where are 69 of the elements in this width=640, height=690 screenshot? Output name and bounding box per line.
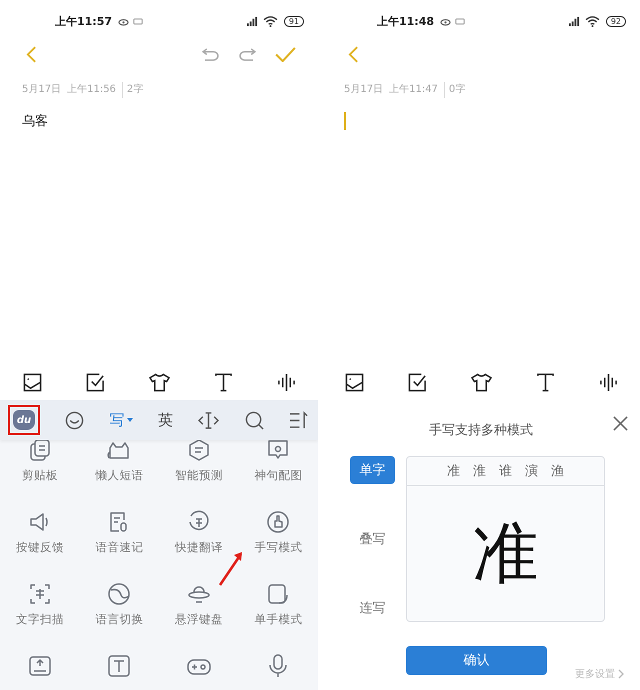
feature-label[interactable]: 神句配图 [254,468,302,483]
handwritten-character: 准 [472,520,538,586]
globe-icon[interactable] [107,582,132,606]
candidate-character[interactable]: 谁 [499,462,512,480]
mode-tab[interactable]: 叠写 [350,525,395,553]
textbox-icon[interactable] [107,654,132,678]
note-date: 5月17日 [22,83,62,97]
feature-label[interactable]: 文字扫描 [16,612,64,627]
status-time: 上午11:57 [55,14,112,28]
caret-icon[interactable] [126,418,133,422]
confirm-button[interactable]: 确认 [406,646,547,674]
close-icon[interactable] [613,416,628,431]
candidate-character[interactable]: 淮 [473,462,486,480]
hexagon-icon[interactable] [186,438,211,462]
emoji-icon[interactable] [65,410,84,430]
battery-level: 92 [606,16,626,26]
chevron-icon [618,669,624,679]
clipboard-icon[interactable] [28,438,52,462]
eye-icon [440,16,452,26]
checkbox-icon[interactable] [408,372,427,392]
status-time: 上午11:48 [377,14,434,28]
scan-icon[interactable] [28,582,52,606]
feature-label[interactable]: 剪贴板 [22,468,58,483]
shirt-icon[interactable] [149,372,170,392]
panel-title: 手写支持多种模式 [429,422,533,439]
candidate-character[interactable]: 渔 [551,462,564,480]
cursor-move-icon[interactable] [198,410,220,430]
waveform-icon[interactable] [599,372,618,392]
sort-icon[interactable] [288,410,308,430]
signal-icon [246,16,259,26]
eye-icon [118,16,130,26]
input-mode-tab[interactable]: 写 [110,410,133,430]
image-icon[interactable] [23,372,42,392]
redo-icon[interactable] [238,48,257,60]
mode-tab[interactable]: 单字 [350,456,395,484]
text-format-icon[interactable] [214,372,233,392]
feature-label[interactable]: 手写模式 [254,540,302,555]
note-date: 5月17日 [344,83,384,97]
wifi-icon [584,16,600,26]
feature-label[interactable]: 单手模式 [254,612,302,627]
handwriting-pad[interactable]: 准 淮 谁 演 渔 准 [406,456,605,622]
undo-icon[interactable] [201,48,220,60]
word-count: 0字 [444,82,466,98]
image-icon[interactable] [345,372,364,392]
candidate-character[interactable]: 演 [525,462,538,480]
wifi-icon [262,16,278,26]
du-logo[interactable]: du [13,410,35,430]
shirt-icon[interactable] [471,372,492,392]
check-icon[interactable] [275,46,296,62]
waveform-icon[interactable] [277,372,296,392]
input-mode-tab[interactable]: 英 [158,410,173,430]
signal-icon [568,16,581,26]
battery-level: 91 [284,16,304,26]
feature-label[interactable]: 按键反馈 [16,540,64,555]
note-text: 乌客 [22,113,48,130]
feature-label[interactable]: 语音速记 [95,540,144,555]
feature-label[interactable]: 悬浮键盘 [174,612,223,627]
feature-label[interactable]: 智能预测 [174,468,223,483]
feature-label[interactable]: 语言切换 [95,612,144,627]
search-icon[interactable] [244,410,264,430]
text-format-icon[interactable] [536,372,555,392]
feature-label[interactable]: 懒人短语 [95,468,144,483]
note-time: 上午11:47 [389,82,438,97]
word-count: 2字 [122,82,144,98]
feature-label[interactable]: 快捷翻译 [174,540,223,555]
candidate-character[interactable]: 准 [447,462,460,480]
mode-tab[interactable]: 连写 [350,594,395,622]
checkbox-icon[interactable] [86,372,105,392]
note-time: 上午11:56 [67,82,116,97]
